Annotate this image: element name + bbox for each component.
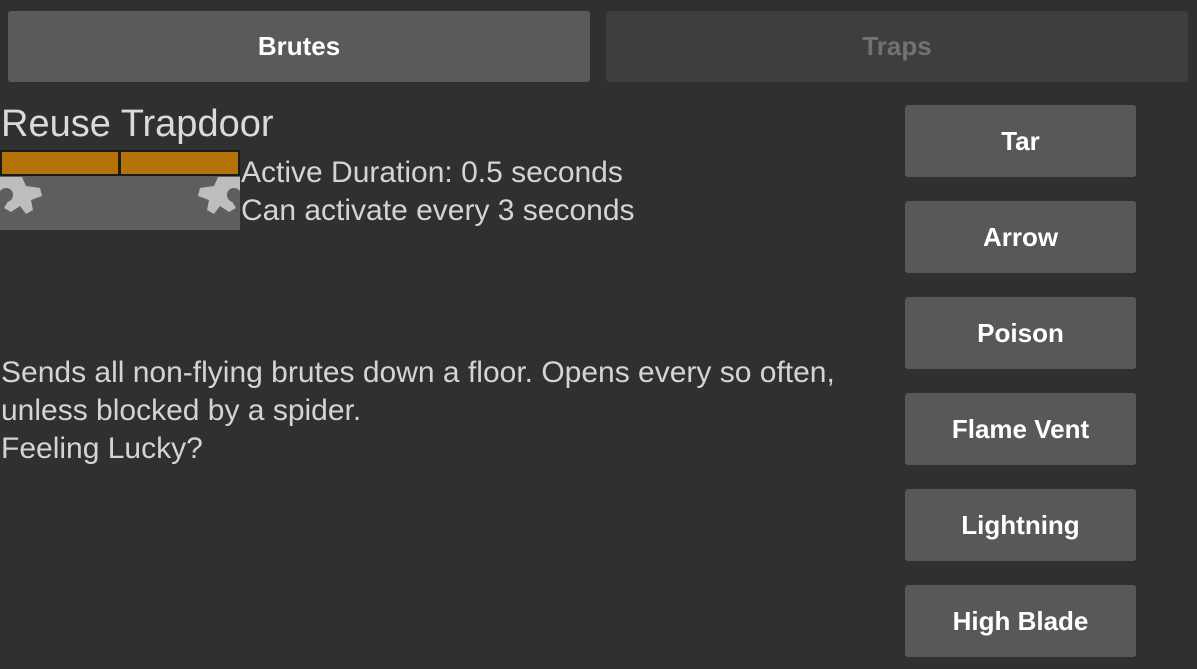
trap-description: Sends all non-flying brutes down a floor… [1,354,896,468]
trap-button-tar[interactable]: Tar [905,105,1136,177]
tab-brutes[interactable]: Brutes [8,11,590,82]
description-line: Sends all non-flying brutes down a floor… [1,356,835,389]
trapdoor-left-plank [0,150,120,176]
tab-traps[interactable]: Traps [606,11,1188,82]
active-duration: Active Duration: 0.5 seconds [241,156,623,189]
activation-interval: Can activate every 3 seconds [241,194,635,227]
trapdoor-right-plank [119,150,240,176]
trap-button-flame-vent[interactable]: Flame Vent [905,393,1136,465]
trap-button-high-blade[interactable]: High Blade [905,585,1136,657]
trapdoor-pit [0,175,240,230]
trap-button-arrow[interactable]: Arrow [905,201,1136,273]
trapdoor-with-gears-icon [0,150,241,230]
trap-button-lightning[interactable]: Lightning [905,489,1136,561]
trap-selection-screen: Brutes Traps Reuse Trapdoor Active Durat… [0,0,1197,669]
trap-stats: Active Duration: 0.5 seconds Can activat… [241,154,635,230]
description-line: Feeling Lucky? [1,432,203,465]
trap-button-poison[interactable]: Poison [905,297,1136,369]
description-line: unless blocked by a spider. [1,394,362,427]
trap-title: Reuse Trapdoor [1,103,274,145]
